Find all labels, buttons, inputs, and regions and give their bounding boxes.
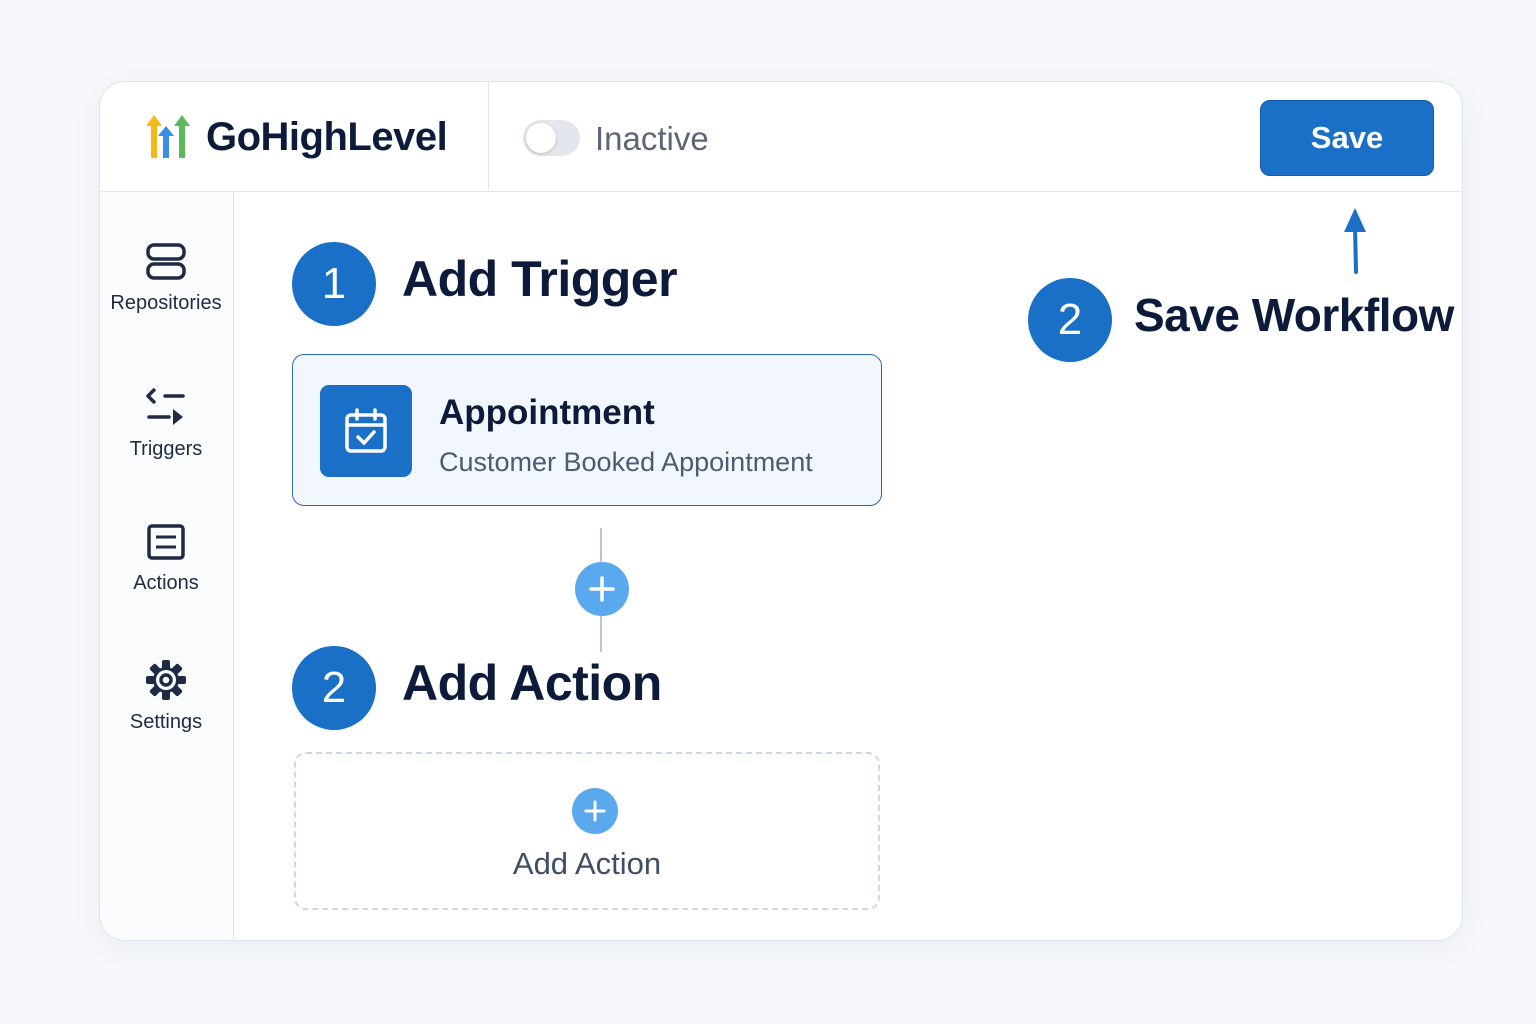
plus-icon bbox=[584, 800, 606, 822]
sidebar-item-label: Settings bbox=[129, 711, 203, 733]
toggle-knob bbox=[526, 123, 556, 153]
add-action-plus-button[interactable] bbox=[572, 788, 618, 834]
brand: GoHighLevel bbox=[100, 82, 489, 190]
sidebar-item-label: Triggers bbox=[129, 438, 203, 460]
status-label: Inactive bbox=[595, 120, 709, 157]
trigger-arrows-icon bbox=[146, 387, 185, 425]
step-number-badge: 1 bbox=[292, 242, 376, 326]
add-action-box[interactable]: Add Action bbox=[294, 752, 880, 910]
trigger-card[interactable]: Appointment Customer Booked Appointment bbox=[292, 354, 882, 506]
add-trigger-heading: Add Trigger bbox=[402, 251, 678, 307]
sidebar-item-repositories[interactable]: Repositories bbox=[100, 242, 232, 315]
arrow-up-icon bbox=[1344, 208, 1366, 274]
step-number-badge: 2 bbox=[292, 646, 376, 730]
active-toggle[interactable] bbox=[523, 120, 580, 156]
plus-icon bbox=[589, 576, 615, 602]
sidebar: Repositories Triggers Actions Settings bbox=[100, 192, 234, 940]
add-action-label: Add Action bbox=[512, 846, 662, 881]
save-button[interactable]: Save bbox=[1260, 100, 1434, 176]
sidebar-item-triggers[interactable]: Triggers bbox=[100, 386, 232, 461]
sidebar-item-label: Repositories bbox=[110, 292, 222, 314]
add-step-button[interactable] bbox=[575, 562, 629, 616]
trigger-icon-tile bbox=[320, 385, 412, 477]
save-workflow-heading: Save Workflow bbox=[1134, 289, 1454, 341]
trigger-subtitle: Customer Booked Appointment bbox=[439, 447, 813, 477]
sidebar-item-label: Actions bbox=[133, 572, 199, 594]
trigger-title: Appointment bbox=[439, 393, 655, 432]
three-arrows-logo-icon bbox=[146, 115, 190, 158]
brand-name: GoHighLevel bbox=[206, 115, 448, 159]
gear-icon bbox=[146, 660, 186, 700]
list-box-icon bbox=[147, 524, 185, 560]
add-action-heading: Add Action bbox=[402, 655, 662, 711]
stack-icon bbox=[146, 243, 186, 280]
workflow-editor-window: GoHighLevel Inactive Save Repositories T… bbox=[99, 81, 1463, 941]
sidebar-item-actions[interactable]: Actions bbox=[100, 522, 232, 595]
top-bar: GoHighLevel Inactive Save bbox=[100, 82, 1462, 192]
connector-line bbox=[600, 528, 602, 562]
connector-line bbox=[600, 616, 602, 652]
sidebar-item-settings[interactable]: Settings bbox=[100, 659, 232, 734]
calendar-check-icon bbox=[345, 408, 387, 453]
step-number-badge: 2 bbox=[1028, 278, 1112, 362]
